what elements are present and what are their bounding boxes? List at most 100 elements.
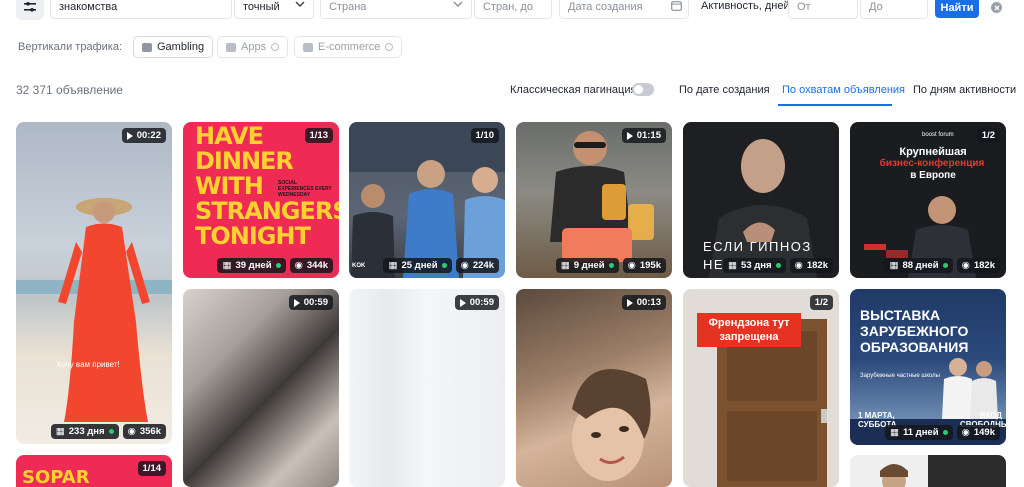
vertical-chip-label: E-commerce (318, 41, 381, 53)
active-status-dot (942, 263, 948, 268)
reach-value: 356k (139, 426, 161, 437)
play-icon (626, 131, 633, 140)
eye-icon: ◉ (961, 260, 970, 271)
filters-toggle-button[interactable] (16, 0, 44, 20)
active-days-value: 11 дней (902, 427, 939, 438)
ad-card[interactable]: 00:59 (183, 289, 339, 487)
reach-value: 224k (472, 260, 494, 271)
keyword-input[interactable]: знакомства (50, 0, 232, 19)
reach-badge: ◉ 182k (956, 258, 1000, 273)
eye-icon: ◉ (961, 427, 970, 438)
sort-by-activity-days[interactable]: По дням активности (913, 84, 1016, 96)
active-sort-indicator (778, 104, 892, 106)
filter-bar: знакомства точный Страна Стран, до Дата … (0, 0, 1024, 20)
card-image (550, 131, 654, 262)
ad-card[interactable]: 00:13 (516, 289, 672, 487)
reach-value: 182k (806, 260, 828, 271)
calendar-icon: ▦ (560, 260, 570, 271)
calendar-icon: ▦ (222, 260, 232, 271)
active-days-value: 39 дней (235, 260, 272, 271)
created-date-placeholder: Дата создания (568, 1, 643, 13)
card-image (349, 122, 505, 278)
poster-subline: SOCIAL EXPERIENCES EVERY WEDNESDAY (278, 180, 332, 198)
ad-card[interactable]: 00:22 Хочу вам привет! ▦ 233 дня ◉ 356k (16, 122, 172, 444)
card-image (16, 198, 172, 422)
calendar-icon: ▦ (889, 260, 899, 271)
clear-filters-button[interactable] (991, 2, 1002, 13)
countries-to-input[interactable]: Стран, до (474, 0, 552, 19)
eye-icon: ◉ (794, 260, 803, 271)
play-icon (626, 298, 633, 307)
duration-value: 01:15 (636, 130, 661, 141)
activity-to-placeholder: До (869, 1, 883, 13)
activity-to-input[interactable]: До (860, 0, 928, 19)
duration-value: 00:22 (136, 130, 161, 141)
active-days-badge: ▦ 9 дней (555, 258, 619, 273)
created-date-input[interactable]: Дата создания (559, 0, 689, 19)
vertical-chip-gambling[interactable]: Gambling (133, 36, 214, 58)
chevron-down-icon (295, 1, 305, 7)
match-type-value: точный (243, 1, 280, 13)
close-icon (994, 5, 999, 10)
active-status-dot (775, 263, 781, 268)
reach-badge: ◉ 224k (455, 258, 499, 273)
vertical-chip-apps[interactable]: Apps (217, 36, 289, 58)
country-placeholder: Страна (329, 1, 367, 13)
active-days-value: 88 дней (902, 260, 939, 271)
info-icon (385, 43, 394, 51)
active-days-value: 25 дней (401, 260, 438, 271)
vertical-chip-label: Gambling (157, 41, 205, 53)
activity-from-input[interactable]: От (788, 0, 858, 19)
card-stats: ▦ 25 дней ◉ 224k (383, 258, 499, 273)
card-stats: ▦ 9 дней ◉ 195k (555, 258, 666, 273)
video-duration-badge: 00:59 (288, 295, 333, 310)
poster-headline: ВЫСТАВКА ЗАРУБЕЖНОГО ОБРАЗОВАНИЯ (860, 307, 969, 355)
toggle-knob (634, 85, 643, 94)
find-button[interactable]: Найти (935, 0, 979, 18)
country-select[interactable]: Страна (320, 0, 472, 19)
eye-icon: ◉ (294, 260, 303, 271)
calendar-icon: ▦ (388, 260, 398, 271)
active-days-value: 233 дня (68, 426, 105, 437)
card-stats: ▦ 233 дня ◉ 356k (50, 424, 166, 439)
eye-icon: ◉ (627, 260, 636, 271)
calendar-icon: ▦ (55, 426, 65, 437)
active-days-badge: ▦ 88 дней (884, 258, 953, 273)
ad-card[interactable]: boost forum Крупнейшая бизнес-конференци… (850, 122, 1006, 278)
ad-card[interactable]: 01:15 ▦ 9 дней ◉ 195k (516, 122, 672, 278)
reach-value: 344k (306, 260, 328, 271)
play-icon (459, 298, 466, 307)
sort-by-reach[interactable]: По охватам объявления (782, 84, 905, 96)
match-type-select[interactable]: точный (234, 0, 314, 19)
pagination-toggle[interactable] (632, 83, 654, 96)
reach-badge: ◉ 195k (622, 258, 666, 273)
ad-card[interactable]: ВЫСТАВКА ЗАРУБЕЖНОГО ОБРАЗОВАНИЯ Зарубеж… (850, 289, 1006, 445)
play-icon (126, 131, 133, 140)
calendar-icon: ▦ (890, 427, 899, 438)
sort-by-created[interactable]: По дате создания (679, 84, 770, 96)
ad-card[interactable]: HAVE DINNER WITH STRANGERS TONIGHT SOCIA… (183, 122, 339, 278)
card-stats: ▦ 11 дней ◉ 149k (885, 425, 1000, 440)
active-days-value: 53 дня (741, 260, 772, 271)
ecommerce-icon (303, 42, 313, 52)
ad-card[interactable]: Френдзона тут запрещена 1/2 (683, 289, 839, 487)
ad-card[interactable]: ЕСЛИ ГИПНОЗ НЕ ▦ 53 дня ◉ 182k (683, 122, 839, 278)
video-duration-badge: 00:13 (621, 295, 666, 310)
brand-text: boost forum (922, 132, 954, 138)
ad-card[interactable]: KOK 1/10 ▦ 25 дней ◉ 224k (349, 122, 505, 278)
ad-card[interactable]: 00:59 (349, 289, 505, 487)
pagination-label: Классическая пагинация (510, 84, 637, 96)
reach-badge: ◉ 344k (289, 258, 333, 273)
card-corner-text: KOK (352, 263, 366, 269)
vertical-chip-ecommerce[interactable]: E-commerce (294, 36, 403, 58)
chevron-down-icon (453, 1, 463, 7)
video-duration-badge: 00:59 (454, 295, 499, 310)
card-stats: ▦ 39 дней ◉ 344k (217, 258, 333, 273)
vertical-chip-label: Apps (241, 41, 267, 53)
ad-card[interactable] (850, 455, 1006, 487)
reach-badge: ◉ 356k (122, 424, 166, 439)
active-status-dot (608, 263, 614, 268)
active-status-dot (441, 263, 447, 268)
ad-card[interactable]: SOPAR 1/14 (16, 455, 172, 487)
carousel-count-badge: 1/2 (809, 295, 833, 310)
